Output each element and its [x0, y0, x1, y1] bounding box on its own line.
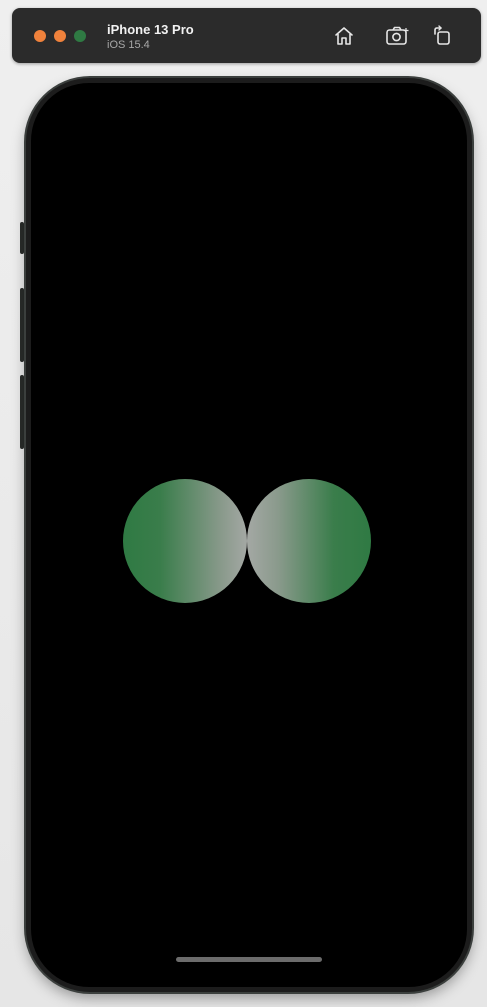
camera-icon: [386, 26, 409, 45]
right-gradient-circle: [247, 479, 371, 603]
device-name: iPhone 13 Pro: [107, 22, 194, 37]
mute-switch: [20, 222, 24, 254]
rotate-button[interactable]: [431, 24, 455, 48]
close-window-button[interactable]: [34, 30, 46, 42]
simulator-window: iPhone 13 Pro iOS 15.4: [0, 0, 487, 1007]
home-indicator[interactable]: [176, 957, 322, 962]
left-gradient-circle: [123, 479, 247, 603]
simulator-titlebar: iPhone 13 Pro iOS 15.4: [12, 8, 481, 63]
rotate-icon: [434, 25, 450, 45]
zoom-window-button[interactable]: [74, 30, 86, 42]
device-screen[interactable]: [31, 83, 467, 987]
screenshot-button[interactable]: [385, 24, 409, 48]
volume-up-button: [20, 288, 24, 362]
minimize-window-button[interactable]: [54, 30, 66, 42]
home-icon: [335, 27, 353, 45]
os-version: iOS 15.4: [107, 39, 150, 51]
iphone-frame: [26, 78, 472, 992]
volume-down-button: [20, 375, 24, 449]
home-button[interactable]: [332, 24, 356, 48]
